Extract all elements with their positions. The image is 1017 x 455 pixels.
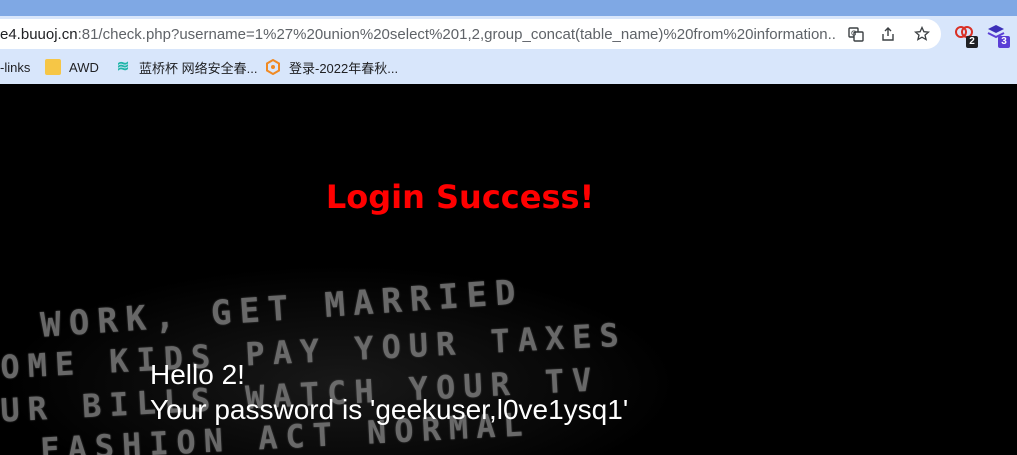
bookmark-label: AWD (69, 59, 99, 75)
folder-icon (45, 59, 61, 75)
url-path: :81/check.php?username=1%27%20union%20se… (77, 27, 836, 43)
login-success-heading: Login Success! (325, 178, 595, 216)
svg-text:G: G (851, 30, 856, 38)
extension-2-badge: 3 (998, 36, 1010, 48)
address-bar[interactable]: e4.buuoj.cn:81/check.php?username=1%27%2… (0, 19, 941, 49)
bookmark-label: 蓝桥杯 网络安全春... (139, 60, 258, 76)
greeting-text: Hello 2! (150, 359, 245, 390)
browser-toolbar: e4.buuoj.cn:81/check.php?username=1%27%2… (0, 16, 1017, 52)
share-icon[interactable] (878, 24, 898, 44)
bookmarks-bar: -links AWD ≋ 蓝桥杯 网络安全春... 登录-2022年春秋... (0, 52, 1017, 82)
extension-2-icon[interactable]: 3 (986, 23, 1010, 48)
translate-icon[interactable]: G (846, 24, 866, 44)
bookmark-chunqiu[interactable]: 登录-2022年春秋... (265, 58, 398, 76)
lanqiao-icon: ≋ (116, 58, 130, 75)
bookmark-awd[interactable]: AWD (45, 58, 99, 76)
bookmark-lanqiao[interactable]: ≋ 蓝桥杯 网络安全春... (115, 58, 258, 76)
chunqiu-icon (265, 58, 281, 76)
bookmark-label: -links (0, 59, 31, 75)
password-text: Your password is 'geekuser,l0ve1ysq1' (150, 394, 629, 425)
bookmark-star-icon[interactable] (912, 24, 932, 44)
extension-1-badge: 2 (966, 36, 978, 48)
url-host: e4.buuoj.cn (0, 27, 78, 43)
bookmark-label: 登录-2022年春秋... (289, 60, 399, 76)
url-text[interactable]: e4.buuoj.cn:81/check.php?username=1%27%2… (0, 27, 836, 43)
bookmark-links[interactable]: -links (0, 58, 30, 76)
tab-strip (0, 0, 1017, 16)
extension-1-icon[interactable]: 2 (954, 23, 978, 48)
page-content: WORK, GET MARRIED OME KIDS PAY YOUR TAXE… (0, 84, 1017, 455)
